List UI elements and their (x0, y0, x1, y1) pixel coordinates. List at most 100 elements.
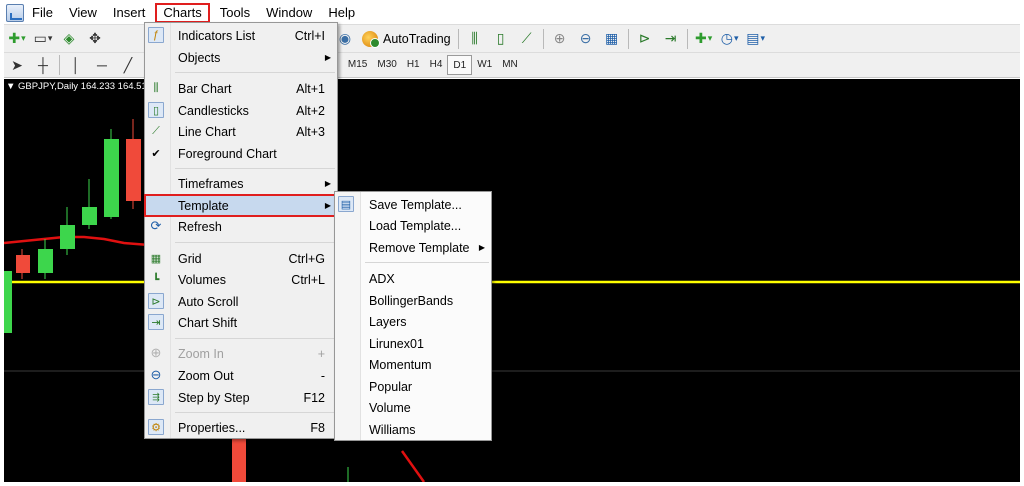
candle (60, 207, 75, 255)
crosshair-icon[interactable]: ┼ (32, 54, 54, 76)
cursor-icon[interactable]: ➤ (6, 54, 28, 76)
menu-item-objects[interactable]: Objects ▶ (145, 47, 337, 68)
line-chart-icon[interactable]: ⟋ (516, 28, 538, 50)
menu-view[interactable]: View (61, 3, 105, 23)
market-watch-icon[interactable]: ◈ (58, 28, 80, 50)
menu-item-refresh[interactable]: ⟳ Refresh (145, 216, 337, 237)
autotrading-icon (362, 30, 380, 48)
menu-separator (365, 262, 489, 263)
profiles-icon[interactable]: ▭ (32, 28, 54, 50)
menu-item-volumes[interactable]: ┗ Volumes Ctrl+L (145, 269, 337, 290)
menu-item-template-layers[interactable]: Layers (335, 311, 491, 332)
app-logo-icon[interactable] (6, 4, 24, 22)
menu-item-template-adx[interactable]: ADX (335, 268, 491, 289)
candle (104, 129, 119, 219)
navigator-icon[interactable]: ✥ (84, 28, 106, 50)
menu-item-shortcut: F12 (303, 390, 325, 405)
menu-item-label: Zoom Out (178, 368, 234, 383)
checkmark-icon: ✔ (151, 147, 161, 160)
menu-item-shortcut: Ctrl+I (294, 28, 325, 43)
menu-item-candlesticks[interactable]: ▯ Candlesticks Alt+2 (145, 100, 337, 121)
menu-item-label: BollingerBands (369, 293, 454, 308)
menu-item-remove-template[interactable]: Remove Template ▶ (335, 237, 491, 258)
menu-item-label: Refresh (178, 219, 222, 234)
volumes-icon: ┗ (152, 273, 160, 286)
tile-windows-icon[interactable]: ▦ (601, 28, 623, 50)
zoom-out-icon[interactable]: ⊖ (575, 28, 597, 50)
menu-item-template-bollingerbands[interactable]: BollingerBands (335, 290, 491, 311)
chart-shift-icon[interactable]: ⇥ (660, 28, 682, 50)
candle (232, 439, 246, 482)
menu-item-load-template[interactable]: Load Template... (335, 215, 491, 236)
menu-item-label: Momentum (369, 357, 432, 372)
menu-item-shortcut: + (317, 346, 325, 361)
charts-menu: ƒ Indicators List Ctrl+I Objects ▶ ⫼ Bar… (144, 22, 338, 439)
menu-item-zoom-out[interactable]: ⊖ Zoom Out - (145, 365, 337, 386)
menu-item-indicators-list[interactable]: ƒ Indicators List Ctrl+I (145, 25, 337, 46)
menu-separator (175, 412, 335, 413)
grid-icon: ▦ (150, 252, 162, 265)
menu-item-line-chart[interactable]: ⟋ Line Chart Alt+3 (145, 121, 337, 142)
bar-chart-icon[interactable]: ⫼ (464, 28, 486, 50)
menu-help[interactable]: Help (320, 3, 363, 23)
menu-item-template[interactable]: Template ▶ (144, 194, 338, 217)
menu-insert[interactable]: Insert (105, 3, 154, 23)
menu-item-label: Layers (369, 314, 407, 329)
autotrading-button[interactable]: AutoTrading (358, 28, 455, 50)
menu-item-grid[interactable]: ▦ Grid Ctrl+G (145, 248, 337, 269)
vertical-line-icon[interactable]: │ (65, 54, 87, 76)
menu-item-label: Grid (178, 251, 202, 266)
timeframe-d1[interactable]: D1 (447, 55, 473, 75)
timeframe-m30[interactable]: M30 (372, 55, 401, 75)
menu-item-shortcut: Ctrl+L (291, 272, 325, 287)
candlesticks-icon[interactable]: ▯ (490, 28, 512, 50)
periods-icon[interactable]: ◷ (719, 28, 741, 50)
autotrading-label: AutoTrading (383, 31, 451, 46)
menu-item-foreground-chart[interactable]: ✔ Foreground Chart (145, 143, 337, 164)
timeframe-h4[interactable]: H4 (425, 55, 448, 75)
menu-item-properties[interactable]: ⚙ Properties... F8 (145, 417, 337, 438)
menu-file[interactable]: File (24, 3, 61, 23)
menu-item-label: Candlesticks (178, 103, 249, 118)
timeframe-m15[interactable]: M15 (343, 55, 372, 75)
menu-item-template-volume[interactable]: Volume (335, 397, 491, 418)
menu-item-label: Popular (369, 379, 413, 394)
candle (16, 249, 30, 279)
menu-item-template-popular[interactable]: Popular (335, 376, 491, 397)
horizontal-line-icon[interactable]: ─ (91, 54, 113, 76)
menu-item-label: Chart Shift (178, 315, 238, 330)
moving-average-line-lower (400, 450, 426, 482)
timeframe-w1[interactable]: W1 (472, 55, 497, 75)
menu-item-step-by-step[interactable]: ⇶ Step by Step F12 (145, 387, 337, 408)
menu-item-save-template[interactable]: ▤ Save Template... (335, 194, 491, 215)
new-chart-icon[interactable]: ✚ (6, 28, 28, 50)
indicators-icon[interactable]: ✚ (693, 28, 715, 50)
menu-item-template-williams[interactable]: Williams (335, 419, 491, 440)
menu-item-bar-chart[interactable]: ⫼ Bar Chart Alt+1 (145, 78, 337, 99)
menu-charts[interactable]: Charts (155, 3, 210, 23)
menu-item-label: Objects (178, 50, 221, 65)
menu-item-timeframes[interactable]: Timeframes ▶ (145, 173, 337, 194)
menu-tools[interactable]: Tools (212, 3, 258, 23)
menu-item-label: Load Template... (369, 218, 462, 233)
menu-item-template-lirunex01[interactable]: Lirunex01 (335, 333, 491, 354)
submenu-arrow-icon: ▶ (324, 201, 331, 210)
menu-item-chart-shift[interactable]: ⇥ Chart Shift (145, 312, 337, 333)
menu-item-template-momentum[interactable]: Momentum (335, 354, 491, 375)
toolbar-separator (542, 28, 544, 49)
zoom-out-icon: ⊖ (150, 367, 162, 382)
templates-icon[interactable]: ▤ (745, 28, 767, 50)
auto-scroll-icon[interactable]: ⊳ (634, 28, 656, 50)
timeframe-h1[interactable]: H1 (402, 55, 425, 75)
trendline-icon[interactable]: ╱ (117, 54, 139, 76)
menu-item-shortcut: Alt+1 (296, 81, 325, 96)
menu-item-label: Lirunex01 (369, 336, 424, 351)
menu-item-label: Foreground Chart (178, 146, 277, 161)
timeframe-mn[interactable]: MN (497, 55, 523, 75)
zoom-in-icon: ⊕ (150, 345, 162, 360)
bar-chart-icon: ⫼ (153, 81, 159, 94)
menu-item-shortcut: Alt+2 (296, 103, 325, 118)
menu-window[interactable]: Window (258, 3, 320, 23)
zoom-in-icon[interactable]: ⊕ (549, 28, 571, 50)
menu-item-auto-scroll[interactable]: ⊳ Auto Scroll (145, 291, 337, 312)
